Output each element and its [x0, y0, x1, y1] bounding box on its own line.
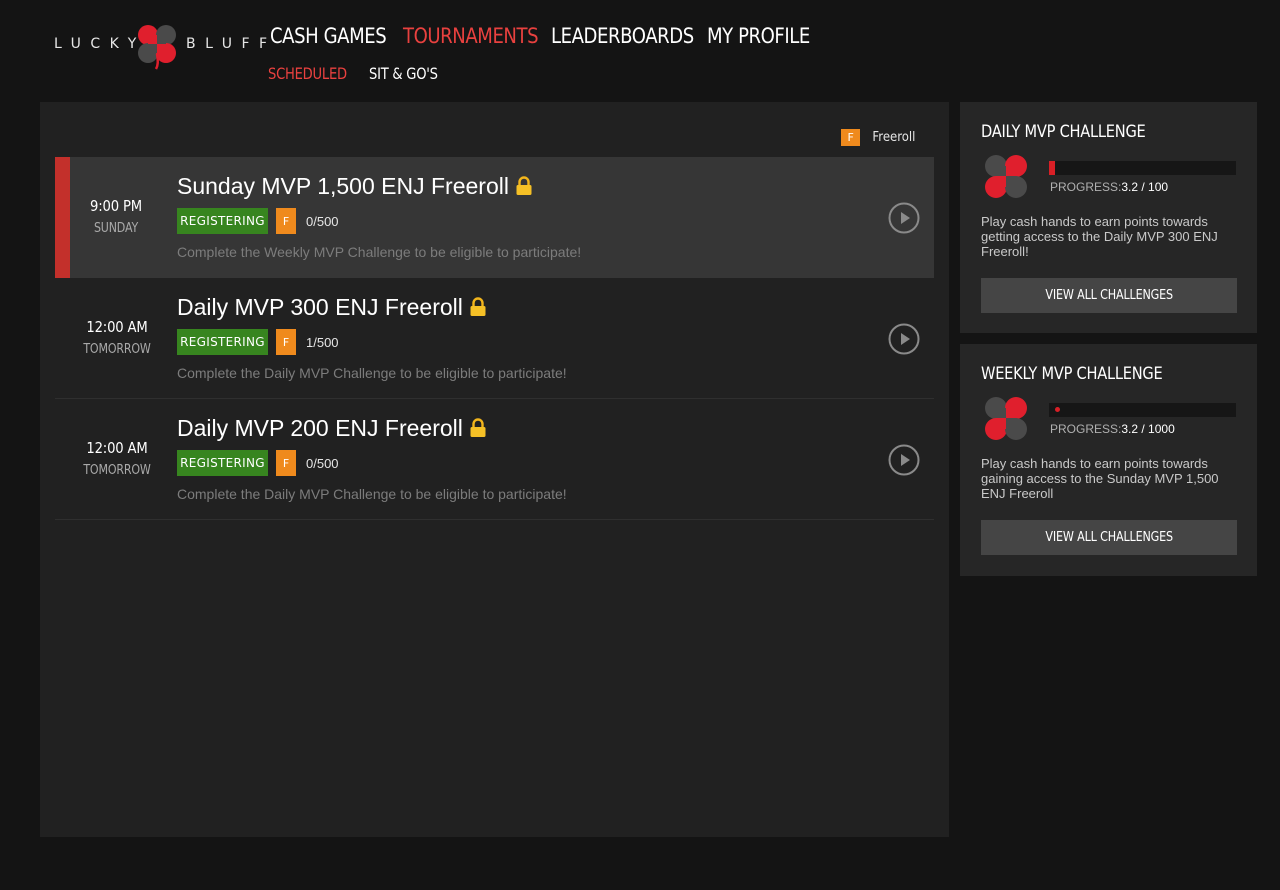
tournament-badges: REGISTERING F 0/500: [177, 208, 339, 234]
card-title: WEEKLY MVP CHALLENGE: [981, 364, 1163, 384]
tournament-name-text: Sunday MVP 1,500 ENJ Freeroll: [177, 173, 509, 199]
tournament-name: Sunday MVP 1,500 ENJ Freeroll: [177, 173, 533, 200]
button-label: VIEW ALL CHALLENGES: [1045, 530, 1173, 545]
tournament-row[interactable]: 12:00 AM TOMORROW Daily MVP 300 ENJ Free…: [55, 278, 934, 399]
play-circle-icon[interactable]: [888, 202, 920, 234]
progress-label: PROGRESS:3.2 / 1000: [1050, 422, 1175, 436]
start-time: 9:00 PM: [90, 197, 142, 215]
entrant-count: 1/500: [306, 334, 339, 350]
view-all-challenges-button[interactable]: VIEW ALL CHALLENGES: [981, 520, 1237, 555]
tournament-name-text: Daily MVP 300 ENJ Freeroll: [177, 294, 463, 320]
subnav-scheduled[interactable]: SCHEDULED: [268, 64, 347, 83]
entrant-count: 0/500: [306, 213, 339, 229]
start-day: TOMORROW: [83, 342, 151, 357]
nav-cash-games[interactable]: CASH GAMES: [270, 24, 387, 48]
nav-my-profile[interactable]: MY PROFILE: [707, 24, 810, 48]
subnav-sit-and-gos[interactable]: SIT & GO'S: [369, 64, 438, 83]
clover-logo-icon: [985, 155, 1027, 198]
clover-logo-icon: [138, 25, 176, 70]
freeroll-legend-badge: F: [841, 129, 861, 146]
tournament-name-text: Daily MVP 200 ENJ Freeroll: [177, 415, 463, 441]
entrant-count: 0/500: [306, 455, 339, 471]
play-circle-icon[interactable]: [888, 323, 920, 355]
tournament-name: Daily MVP 300 ENJ Freeroll: [177, 294, 487, 321]
button-label: VIEW ALL CHALLENGES: [1045, 288, 1173, 303]
tournament-row[interactable]: 9:00 PM SUNDAY Sunday MVP 1,500 ENJ Free…: [55, 157, 934, 278]
eligibility-note: Complete the Weekly MVP Challenge to be …: [177, 244, 582, 260]
start-time: 12:00 AM: [86, 318, 148, 336]
progress-bar: [1049, 403, 1236, 417]
start-day: SUNDAY: [93, 221, 139, 236]
tournament-badges: REGISTERING F 1/500: [177, 329, 339, 355]
card-title: DAILY MVP CHALLENGE: [981, 122, 1146, 142]
freeroll-legend-label: Freeroll: [872, 130, 916, 145]
tournament-row[interactable]: 12:00 AM TOMORROW Daily MVP 200 ENJ Free…: [55, 399, 934, 520]
view-all-challenges-button[interactable]: VIEW ALL CHALLENGES: [981, 278, 1237, 313]
eligibility-note: Complete the Daily MVP Challenge to be e…: [177, 486, 567, 502]
nav-tournaments[interactable]: TOURNAMENTS: [403, 24, 539, 48]
start-day: TOMORROW: [83, 463, 151, 478]
status-badge: REGISTERING: [177, 450, 268, 476]
eligibility-note: Complete the Daily MVP Challenge to be e…: [177, 365, 567, 381]
site-header: LUCKY BLUFF CASH GAMES TOURNAMENTS LEADE…: [0, 0, 1280, 100]
play-circle-icon[interactable]: [888, 444, 920, 476]
tournament-badges: REGISTERING F 0/500: [177, 450, 339, 476]
brand-word-right: BLUFF: [186, 36, 277, 52]
tournament-time: 9:00 PM SUNDAY: [70, 197, 162, 236]
progress-bar: [1049, 161, 1236, 175]
status-badge: REGISTERING: [177, 208, 268, 234]
tournament-time: 12:00 AM TOMORROW: [55, 439, 179, 478]
tournament-name: Daily MVP 200 ENJ Freeroll: [177, 415, 487, 442]
weekly-challenge-card: WEEKLY MVP CHALLENGE PROGRESS:3.2 / 1000…: [960, 344, 1257, 576]
lock-icon: [470, 418, 486, 437]
freeroll-badge: F: [276, 329, 296, 355]
progress-value: 3.2 / 1000: [1121, 422, 1175, 436]
brand-logo[interactable]: LUCKY BLUFF: [52, 20, 267, 70]
lock-icon: [470, 297, 486, 316]
tournament-time: 12:00 AM TOMORROW: [55, 318, 179, 357]
start-time: 12:00 AM: [86, 439, 148, 457]
lock-icon: [516, 176, 532, 195]
legend: F Freeroll: [841, 129, 918, 146]
tournament-list-panel: F Freeroll 9:00 PM SUNDAY Sunday MVP 1,5…: [40, 102, 949, 837]
challenge-description: Play cash hands to earn points towards g…: [981, 214, 1218, 259]
progress-value: 3.2 / 100: [1121, 180, 1169, 194]
progress-fill: [1049, 161, 1055, 175]
clover-logo-icon: [985, 397, 1027, 440]
progress-fill: [1055, 407, 1060, 412]
progress-label-text: PROGRESS:: [1050, 422, 1122, 436]
progress-label: PROGRESS:3.2 / 100: [1050, 180, 1168, 194]
nav-leaderboards[interactable]: LEADERBOARDS: [551, 24, 694, 48]
freeroll-badge: F: [276, 208, 296, 234]
progress-label-text: PROGRESS:: [1050, 180, 1122, 194]
freeroll-badge: F: [276, 450, 296, 476]
status-badge: REGISTERING: [177, 329, 268, 355]
selected-indicator: [55, 157, 70, 278]
challenge-description: Play cash hands to earn points towards g…: [981, 456, 1219, 501]
daily-challenge-card: DAILY MVP CHALLENGE PROGRESS:3.2 / 100 P…: [960, 102, 1257, 333]
